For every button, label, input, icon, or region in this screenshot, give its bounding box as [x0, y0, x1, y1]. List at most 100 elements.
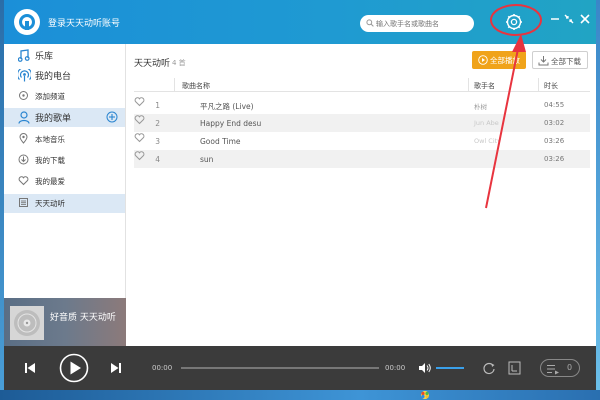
queue-count: 0	[567, 363, 573, 372]
add-channel-icon	[19, 91, 28, 100]
song-duration: 03:26	[544, 155, 565, 163]
sidebar-item-my-playlists[interactable]: 我的歌单	[4, 108, 125, 127]
settings-gear-icon[interactable]	[504, 12, 524, 32]
add-playlist-icon[interactable]	[106, 111, 118, 123]
song-row[interactable]: 2 Happy End desu Jun Abe 03:02	[134, 114, 590, 132]
sidebar-item-library[interactable]: 乐库	[4, 46, 125, 65]
volume-icon[interactable]	[418, 362, 432, 374]
song-duration: 03:26	[544, 137, 565, 145]
total-time: 00:00	[385, 364, 406, 372]
search-input[interactable]	[376, 16, 470, 31]
sidebar-item-add-channel[interactable]: 添加频道	[4, 87, 125, 106]
play-all-button[interactable]: 全部播放	[472, 51, 526, 69]
download-icon	[538, 56, 549, 66]
column-divider	[538, 78, 539, 92]
sidebar: 乐库 我的电台 添加频道 我的歌单 本地音乐 我的下载 我的最爱 天天动听	[4, 44, 126, 299]
favorite-heart-icon[interactable]	[134, 150, 145, 161]
song-duration: 03:02	[544, 119, 565, 127]
favorite-heart-icon[interactable]	[134, 114, 145, 125]
column-header-artist[interactable]: 歌手名	[474, 81, 495, 91]
heart-icon	[18, 176, 29, 186]
song-number: 3	[155, 137, 160, 146]
playlist-queue-icon	[547, 365, 559, 375]
sidebar-item-label: 天天动听	[35, 199, 65, 208]
title-bar: 登录天天动听账号	[4, 0, 596, 44]
favorite-heart-icon[interactable]	[134, 96, 145, 107]
current-time: 00:00	[152, 364, 173, 372]
sidebar-item-favorites[interactable]: 我的最爱	[4, 172, 125, 191]
now-playing-panel[interactable]: 好音质 天天动听	[4, 298, 126, 346]
search-box[interactable]	[360, 15, 474, 32]
lyrics-icon[interactable]	[508, 361, 521, 375]
column-header-duration[interactable]: 时长	[544, 81, 558, 91]
sidebar-item-label: 添加频道	[35, 92, 65, 101]
sidebar-item-label: 乐库	[35, 52, 54, 62]
playlist-title: 天天动听	[134, 59, 171, 69]
column-divider	[468, 78, 469, 92]
list-icon	[19, 198, 28, 207]
song-number: 1	[155, 101, 160, 110]
play-queue-button[interactable]: 0	[540, 359, 580, 377]
music-player-window: 登录天天动听账号 输入歌手名或歌曲名 乐库 我的电台 添加频道 我的歌单 本地音…	[4, 0, 596, 390]
sidebar-item-label: 我的歌单	[35, 114, 72, 124]
sidebar-item-tiantian-playlist[interactable]: 天天动听	[4, 194, 125, 213]
song-artist[interactable]: Jun Abe	[474, 119, 499, 127]
song-number: 2	[155, 119, 160, 128]
play-all-label: 全部播放	[490, 56, 520, 65]
taskbar	[0, 390, 600, 400]
download-all-button[interactable]: 全部下载	[532, 51, 588, 69]
sidebar-item-my-radio[interactable]: 我的电台	[4, 66, 125, 85]
repeat-mode-icon[interactable]	[482, 361, 496, 375]
column-header-name[interactable]: 歌曲名称	[182, 81, 210, 91]
desktop-background-right	[596, 0, 600, 400]
next-track-icon[interactable]	[110, 362, 122, 374]
mini-mode-button[interactable]	[562, 12, 576, 30]
song-number: 4	[155, 155, 160, 164]
sidebar-item-label: 我的电台	[35, 72, 72, 82]
column-divider	[174, 78, 175, 92]
play-icon	[478, 55, 488, 65]
song-row[interactable]: 4 sun 03:26	[134, 150, 590, 168]
now-playing-title: 好音质 天天动听	[50, 313, 116, 323]
windows-logo-icon	[421, 391, 429, 399]
playlist-panel: 天天动听 4 首 全部播放 全部下载 歌曲名称 歌手名 时长 1 平凡之路 (L…	[126, 44, 596, 346]
music-note-icon	[18, 49, 30, 62]
sidebar-item-local-music[interactable]: 本地音乐	[4, 130, 125, 149]
minimize-button[interactable]	[548, 12, 562, 30]
sidebar-item-label: 我的下载	[35, 156, 65, 165]
player-bar: 00:00 00:00 0	[4, 346, 596, 390]
sidebar-item-label: 本地音乐	[35, 135, 65, 144]
progress-bar[interactable]	[181, 367, 379, 369]
radio-icon	[18, 69, 31, 82]
song-name: 平凡之路 (Live)	[200, 102, 254, 111]
song-name: Good Time	[200, 137, 241, 146]
close-icon	[580, 14, 590, 24]
favorite-heart-icon[interactable]	[134, 132, 145, 143]
song-name: sun	[200, 155, 214, 164]
app-logo-icon[interactable]	[14, 9, 40, 35]
minimize-icon	[551, 18, 559, 20]
user-icon	[18, 111, 30, 124]
play-button-icon[interactable]	[59, 353, 89, 383]
song-row[interactable]: 1 平凡之路 (Live) 朴树 04:55	[134, 96, 590, 114]
sidebar-item-my-downloads[interactable]: 我的下载	[4, 151, 125, 170]
playlist-count: 4 首	[172, 59, 186, 67]
download-all-label: 全部下载	[551, 57, 581, 66]
album-cover[interactable]	[10, 306, 44, 340]
previous-track-icon[interactable]	[24, 362, 36, 374]
shrink-icon	[564, 14, 574, 24]
close-button[interactable]	[578, 12, 592, 30]
song-row[interactable]: 3 Good Time Owl City 03:26	[134, 132, 590, 150]
song-duration: 04:55	[544, 101, 565, 109]
song-name: Happy End desu	[200, 119, 262, 128]
search-icon[interactable]	[366, 19, 374, 27]
download-icon	[18, 154, 29, 165]
sidebar-item-label: 我的最爱	[35, 177, 65, 186]
song-artist[interactable]: 朴树	[474, 101, 487, 111]
song-table-header: 歌曲名称 歌手名 时长	[134, 78, 590, 92]
volume-slider[interactable]	[436, 367, 464, 369]
song-artist[interactable]: Owl City	[474, 137, 501, 145]
disc-icon	[14, 310, 40, 336]
login-link[interactable]: 登录天天动听账号	[48, 16, 120, 29]
location-icon	[19, 133, 28, 144]
